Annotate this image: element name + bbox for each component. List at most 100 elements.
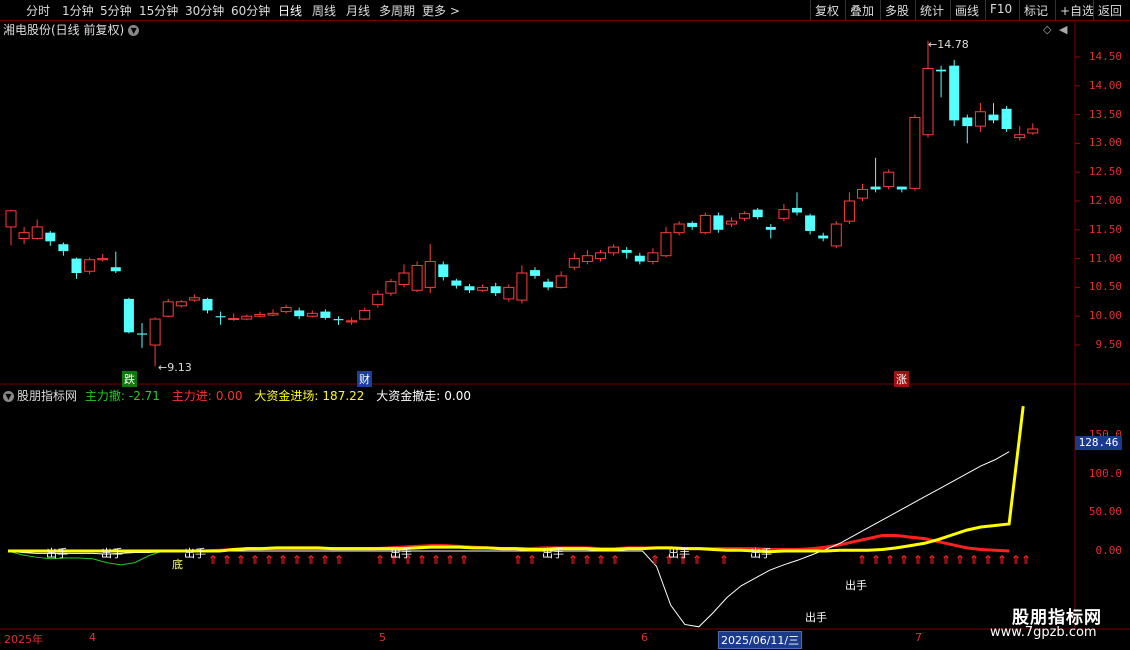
candle-body xyxy=(988,114,999,121)
candle-body xyxy=(568,258,580,268)
kline-chart: ⇑ ⇑ ⇑ ⇑ ⇑ ⇑ ⇑ ⇑ ⇑ ⇑ ⇑ ⇑ ⇑ ⇑ ⇑ ⇑ ⇑ ⇑ ⇑ ⇑ ⇑ ⇑ ⇑ ⇑ ⇑ ⇑ ⇑ ⇑ ⇑ ⇑ ⇑ ⇑ ⇑ ⇑ ⇑ ⇑ ⇑ ⇑ ⇑ ⇑… xyxy=(0,21,1130,630)
buy-arrow-icon: ⇑ xyxy=(568,553,578,567)
signal-label: 出手 xyxy=(390,547,412,560)
candle-body xyxy=(451,280,462,286)
price-tick-label: 13.00 xyxy=(1088,136,1122,150)
tab-weekly[interactable]: 周线 xyxy=(312,2,336,19)
price-tick-label: 12.50 xyxy=(1088,165,1122,179)
tab-daily[interactable]: 日线 xyxy=(278,2,302,19)
tab-5min[interactable]: 5分钟 xyxy=(100,2,132,19)
candle-body xyxy=(516,272,528,301)
chevron-down-icon[interactable]: ▼ xyxy=(3,391,14,402)
price-tick-label: 10.00 xyxy=(1088,309,1122,323)
tab-monthly[interactable]: 月线 xyxy=(346,2,370,19)
candle-body xyxy=(909,116,921,189)
buy-arrow-icon: ⇑ xyxy=(513,553,523,567)
low-price-label: ←9.13 xyxy=(158,361,192,374)
big-out-label: 大资金撤走: xyxy=(376,389,441,403)
buy-arrow-icon: ⇑ xyxy=(969,553,979,567)
tab-multi-period[interactable]: 多周期 xyxy=(379,2,415,19)
candle-body xyxy=(792,207,802,213)
tab-15min[interactable]: 15分钟 xyxy=(139,2,178,19)
price-tick-label: 11.50 xyxy=(1088,222,1122,236)
buy-arrow-icon: ⇑ xyxy=(913,553,923,567)
candle-body xyxy=(581,255,593,262)
candle-body xyxy=(385,281,397,294)
candle-body xyxy=(818,235,829,239)
buy-arrow-icon: ⇑ xyxy=(292,553,302,567)
candle-body xyxy=(857,188,868,199)
tab-more[interactable]: 更多 > xyxy=(422,2,460,19)
date-label-year: 2025年 xyxy=(4,633,43,646)
candle-body xyxy=(503,286,515,300)
buy-arrow-icon: ⇑ xyxy=(264,553,274,567)
high-price-label: ←14.78 xyxy=(928,38,969,51)
buy-arrow-icon: ⇑ xyxy=(375,553,385,567)
chart-title[interactable]: 湘电股份(日线 前复权) ▼ xyxy=(3,21,140,38)
candle-body xyxy=(555,275,567,288)
indicator-tick-label: 50.00 xyxy=(1088,505,1122,519)
f10-button[interactable]: F10 xyxy=(985,0,1016,20)
candle-body xyxy=(149,318,161,346)
buy-arrow-icon: ⇑ xyxy=(596,553,606,567)
candle-body xyxy=(31,226,43,239)
buy-arrow-icon: ⇑ xyxy=(997,553,1007,567)
diamond-icon[interactable]: ◇ xyxy=(1043,23,1051,36)
candle-body xyxy=(843,200,855,222)
candle-body xyxy=(294,310,305,317)
candle-body xyxy=(830,223,842,247)
more-label: 更多 xyxy=(422,4,447,18)
mark-button[interactable]: 标记 xyxy=(1019,0,1052,20)
stats-button[interactable]: 统计 xyxy=(915,0,948,20)
indicator-title[interactable]: ▼ 股朋指标网 主力撤: -2.71 主力进: 0.00 大资金进场: 187.22 大… xyxy=(3,387,479,404)
candle-body xyxy=(306,312,318,317)
date-label-apr: 4 xyxy=(89,631,96,644)
big-in-label: 大资金进场: xyxy=(254,389,319,403)
candle-body xyxy=(490,286,501,294)
candle-body xyxy=(280,307,292,313)
buy-arrow-icon: ⇑ xyxy=(899,553,909,567)
price-tick-label: 9.50 xyxy=(1095,338,1123,351)
bottom-label: 底 xyxy=(172,558,183,571)
candle-body xyxy=(84,259,96,272)
candle-body xyxy=(962,117,973,127)
back-button[interactable]: 返回 xyxy=(1093,0,1126,20)
tab-30min[interactable]: 30分钟 xyxy=(185,2,224,19)
buy-arrow-icon: ⇑ xyxy=(306,553,316,567)
adjust-button[interactable]: 复权 xyxy=(810,0,843,20)
draw-button[interactable]: 画线 xyxy=(950,0,983,20)
indicator-big-in: 大资金进场: 187.22 xyxy=(254,389,368,403)
low-price-value: 9.13 xyxy=(167,361,192,374)
buy-arrow-icon: ⇑ xyxy=(208,553,218,567)
tab-1min[interactable]: 1分钟 xyxy=(62,2,94,19)
badge-finance[interactable]: 财 xyxy=(357,371,372,387)
signal-label: 出手 xyxy=(845,579,867,592)
multi-stock-button[interactable]: 多股 xyxy=(880,0,913,20)
chevron-down-icon[interactable]: ▼ xyxy=(128,25,140,36)
add-watchlist-button[interactable]: +自选 xyxy=(1055,0,1098,20)
buy-arrow-icon: ⇑ xyxy=(650,553,660,567)
candle-body xyxy=(162,301,174,317)
buy-arrow-icon: ⇑ xyxy=(941,553,951,567)
indicator-tick-label: 0.00 xyxy=(1095,544,1123,557)
candle-body xyxy=(110,267,121,272)
candle-body xyxy=(595,252,606,260)
badge-rise[interactable]: 涨 xyxy=(894,371,909,387)
candle-body xyxy=(778,209,790,219)
main-out-value: -2.71 xyxy=(128,389,160,403)
price-tick-label: 14.50 xyxy=(1088,50,1122,63)
overlay-button[interactable]: 叠加 xyxy=(845,0,878,20)
candle-body xyxy=(949,65,960,121)
scroll-left-icon[interactable]: ◀ xyxy=(1059,23,1067,36)
candle-body xyxy=(58,244,69,252)
big-out-value: 0.00 xyxy=(444,389,472,403)
candle-body xyxy=(752,209,763,218)
main-in-value: 0.00 xyxy=(215,389,243,403)
candle-body xyxy=(123,298,134,333)
tab-fenshi[interactable]: 分时 xyxy=(26,2,50,19)
tab-60min[interactable]: 60分钟 xyxy=(231,2,270,19)
badge-fall[interactable]: 跌 xyxy=(122,371,137,387)
price-tick-label: 10.50 xyxy=(1088,280,1122,294)
candle-body xyxy=(320,311,331,318)
indicator-tick-label: 100.0 xyxy=(1088,466,1122,480)
